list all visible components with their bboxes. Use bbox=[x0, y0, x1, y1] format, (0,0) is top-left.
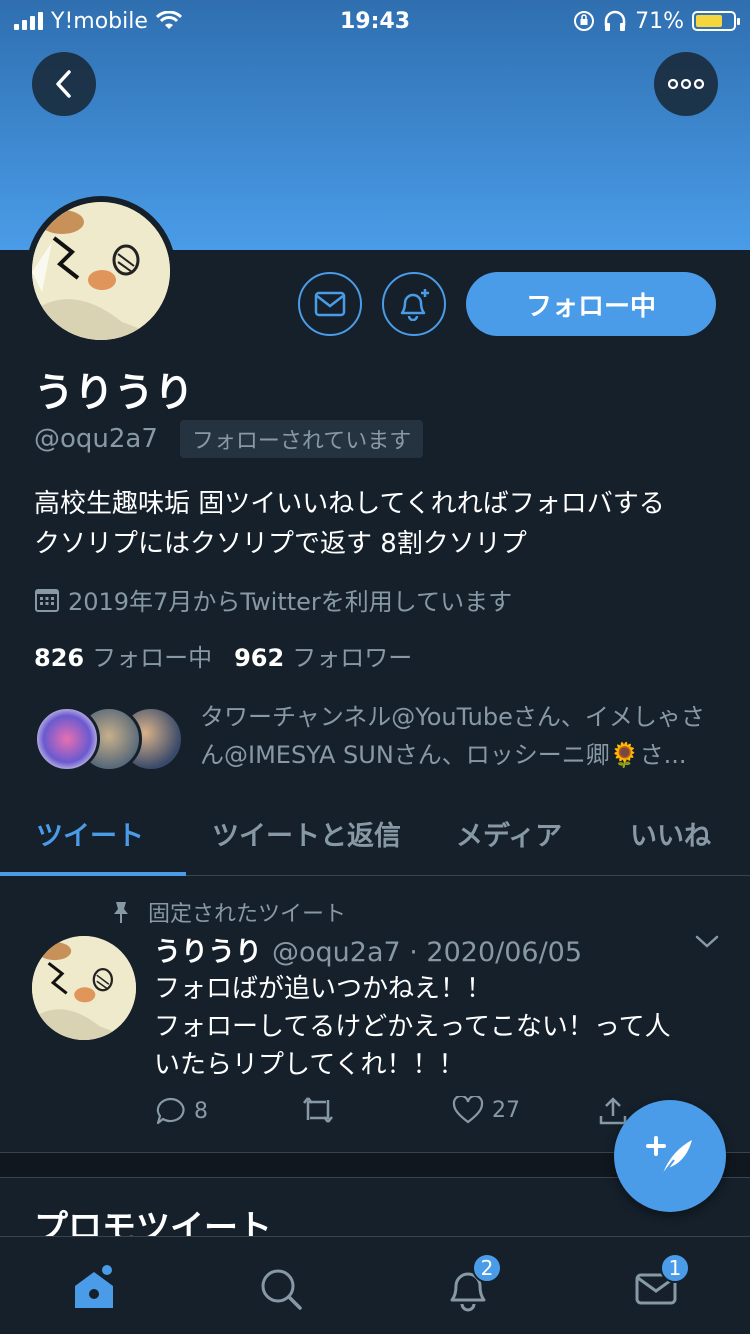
reply-button[interactable]: 8 bbox=[154, 1096, 208, 1126]
more-dots-icon bbox=[668, 79, 704, 89]
search-icon bbox=[261, 1269, 302, 1310]
battery-icon bbox=[692, 11, 740, 31]
notify-button[interactable] bbox=[382, 272, 446, 336]
joined-date: 2019年7月からTwitterを利用しています bbox=[34, 582, 512, 617]
follows-you-badge: フォローされています bbox=[179, 420, 424, 458]
followers-you-know-line-1: タワーチャンネル@YouTubeさん、イメしゃさ bbox=[200, 703, 705, 731]
followers-count: 962 bbox=[234, 644, 285, 672]
profile-avatar[interactable] bbox=[26, 196, 176, 346]
like-button[interactable]: 27 bbox=[452, 1096, 520, 1124]
joined-text: 2019年7月からTwitterを利用しています bbox=[68, 588, 513, 616]
share-icon bbox=[599, 1097, 627, 1125]
chevron-left-icon bbox=[56, 70, 71, 98]
followers-label: フォロワー bbox=[292, 644, 413, 672]
followers-you-know-text[interactable]: タワーチャンネル@YouTubeさん、イメしゃさ ん@IMESYA SUNさん、… bbox=[200, 698, 720, 774]
tweet-menu-button[interactable] bbox=[694, 934, 720, 954]
more-options-button[interactable] bbox=[654, 52, 718, 116]
tweet-actions: 8 27 bbox=[154, 1096, 634, 1136]
nav-home[interactable] bbox=[64, 1259, 124, 1319]
tab-tweets[interactable]: ツイート bbox=[36, 790, 144, 876]
bio-line-1: 高校生趣味垢 固ツイいいねしてくれればフォロバする bbox=[34, 489, 665, 519]
profile-tabs: ツイート ツイートと返信 メディア いいね bbox=[0, 790, 750, 876]
reply-count: 8 bbox=[194, 1098, 208, 1124]
mimikyu-avatar-image bbox=[32, 936, 136, 1040]
wifi-icon bbox=[155, 11, 182, 29]
retweet-icon bbox=[303, 1097, 333, 1123]
notifications-badge: 2 bbox=[472, 1253, 502, 1283]
like-count: 27 bbox=[492, 1097, 520, 1123]
pin-icon bbox=[114, 902, 128, 923]
status-bar: Y!mobile 19:43 71% bbox=[0, 0, 750, 42]
follow-stats: 826 フォロー中 962 フォロワー bbox=[34, 638, 412, 673]
pinned-indicator: 固定されたツイート bbox=[110, 896, 346, 928]
nav-messages[interactable]: 1 bbox=[626, 1253, 690, 1319]
retweet-button[interactable] bbox=[300, 1096, 336, 1124]
heart-icon bbox=[452, 1096, 484, 1124]
followers-you-know-line-2: ん@IMESYA SUNさん、ロッシーニ卿🌻さ... bbox=[200, 741, 687, 769]
mimikyu-avatar-image bbox=[32, 202, 170, 340]
messages-badge: 1 bbox=[660, 1253, 690, 1283]
signal-icon bbox=[14, 12, 43, 30]
rotation-lock-icon bbox=[574, 11, 595, 31]
home-icon bbox=[75, 1265, 113, 1308]
followers-stat[interactable]: 962 フォロワー bbox=[234, 638, 412, 673]
calendar-icon bbox=[35, 588, 59, 612]
tweet-text: フォロばが追いつかねえ！！ フォローしてるけどかえってこない！って人 いたらリプ… bbox=[154, 974, 671, 1080]
back-button[interactable] bbox=[32, 52, 96, 116]
following-button[interactable]: フォロー中 bbox=[466, 272, 716, 336]
followers-you-know-avatars[interactable] bbox=[34, 706, 184, 772]
message-button[interactable] bbox=[298, 272, 362, 336]
tweet-avatar[interactable] bbox=[32, 936, 136, 1040]
compose-tweet-button[interactable] bbox=[614, 1100, 726, 1212]
tab-likes[interactable]: いいね bbox=[630, 790, 711, 876]
share-button[interactable] bbox=[598, 1096, 628, 1126]
bottom-nav: 2 1 bbox=[0, 1236, 750, 1334]
tweet-handle-date: @oqu2a7 · 2020/06/05 bbox=[272, 937, 583, 968]
chevron-down-icon bbox=[695, 935, 719, 948]
carrier-label: Y!mobile bbox=[51, 8, 148, 34]
tweet-author-name[interactable]: うりうり bbox=[154, 937, 262, 968]
profile-bio: 高校生趣味垢 固ツイいいねしてくれればフォロバする クソリプにはクソリプで返す … bbox=[34, 484, 724, 564]
profile-handle: @oqu2a7 bbox=[34, 424, 158, 454]
following-count: 826 bbox=[34, 644, 85, 672]
compose-feather-icon bbox=[646, 1136, 692, 1179]
active-tab-indicator bbox=[0, 872, 186, 876]
display-name: うりうり bbox=[34, 370, 194, 416]
bell-plus-icon bbox=[400, 289, 429, 321]
tab-tweets-and-replies[interactable]: ツイートと返信 bbox=[212, 790, 401, 876]
envelope-icon bbox=[314, 291, 346, 317]
battery-percent: 71% bbox=[635, 8, 684, 34]
following-label: フォロー中 bbox=[92, 644, 213, 672]
reply-icon bbox=[156, 1097, 185, 1125]
nav-notifications[interactable]: 2 bbox=[438, 1253, 502, 1319]
bio-line-2: クソリプにはクソリプで返す 8割クソリプ bbox=[34, 529, 527, 559]
tweet-header: うりうり @oqu2a7 · 2020/06/05 bbox=[154, 930, 582, 969]
pinned-label: 固定されたツイート bbox=[148, 902, 347, 927]
tab-media[interactable]: メディア bbox=[456, 790, 562, 876]
following-stat[interactable]: 826 フォロー中 bbox=[34, 638, 212, 673]
follower-avatar-1 bbox=[34, 706, 100, 772]
nav-search[interactable] bbox=[251, 1259, 311, 1319]
headphones-icon bbox=[604, 10, 626, 31]
